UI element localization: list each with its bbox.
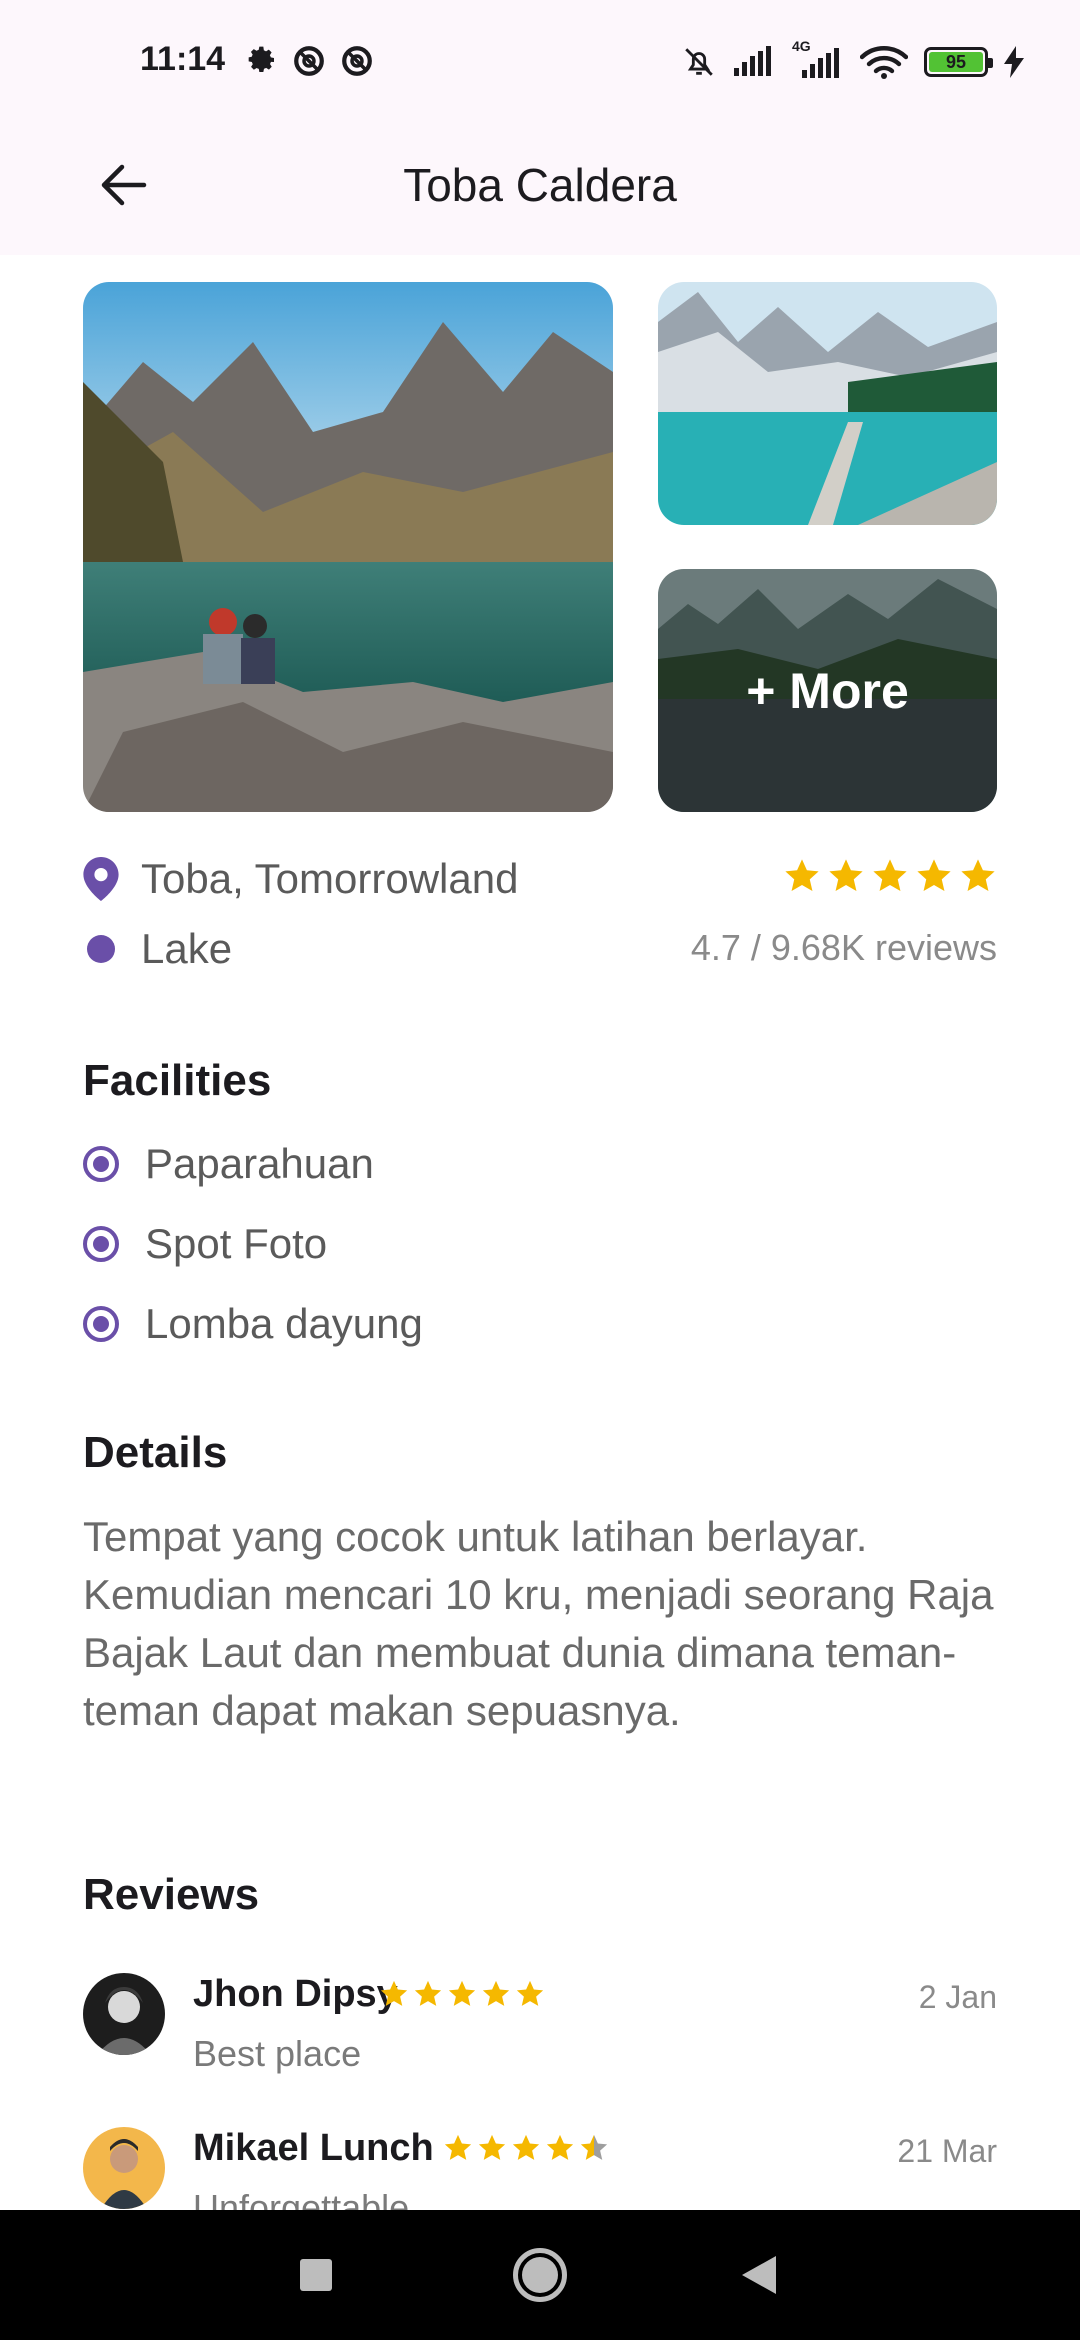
sync-icon — [294, 46, 324, 76]
star-icon — [482, 1980, 510, 2006]
battery-icon: 95 — [924, 47, 993, 77]
star-icon — [380, 1980, 408, 2006]
review-item[interactable]: Jhon Dipsy 2 Jan Best place — [83, 1973, 997, 2083]
radio-icon — [83, 1306, 119, 1342]
signal-4g-icon: 4G — [792, 38, 844, 80]
category-row: Lake — [83, 925, 232, 973]
system-nav-bar — [0, 2210, 1080, 2340]
more-photos-button[interactable]: + More — [658, 569, 997, 812]
avatar — [83, 2127, 165, 2209]
facilities-title: Facilities — [83, 1056, 272, 1105]
review-text: Best place — [193, 2033, 362, 2074]
photo-thumbnail[interactable] — [658, 282, 997, 525]
recents-button[interactable] — [300, 2259, 332, 2291]
home-button[interactable] — [513, 2248, 567, 2302]
star-icon — [444, 2134, 472, 2160]
facility-label: Lomba dayung — [145, 1300, 423, 1347]
star-icon — [512, 2134, 540, 2160]
wifi-icon — [860, 46, 908, 79]
status-right-icons: 4G 95 — [682, 38, 1024, 80]
star-icon — [829, 859, 863, 892]
status-time: 11:14 — [140, 40, 226, 78]
star-icon — [580, 2134, 608, 2160]
review-date: 21 Mar — [897, 2133, 997, 2169]
facility-item: Lomba dayung — [83, 1300, 423, 1348]
review-date: 2 Jan — [918, 1979, 997, 2015]
system-back-button[interactable] — [742, 2256, 776, 2294]
details-text: Tempat yang cocok untuk latihan berlayar… — [83, 1513, 994, 1734]
reviews-title: Reviews — [83, 1870, 260, 1919]
status-left-icons — [246, 44, 374, 78]
review-stars — [443, 2133, 609, 2163]
reviewer-name: Jhon Dipsy — [193, 1973, 398, 2015]
star-icon — [785, 859, 819, 892]
rating-summary: 4.7 / 9.68K reviews — [690, 927, 997, 968]
review-stars — [379, 1979, 545, 2009]
reviewer-name: Mikael Lunch — [193, 2127, 434, 2169]
photo-gallery: + More — [83, 282, 997, 812]
details-title: Details — [83, 1428, 228, 1477]
facility-label: Paparahuan — [145, 1140, 374, 1187]
facility-label: Spot Foto — [145, 1220, 328, 1267]
status-bar: 11:14 4G 95 — [0, 0, 1080, 120]
rating-stars — [783, 857, 997, 895]
bell-off-icon — [685, 48, 713, 76]
main-photo[interactable] — [83, 282, 613, 812]
facility-item: Spot Foto — [83, 1220, 327, 1268]
category-text: Lake — [141, 925, 233, 972]
place-info: Toba, Tomorrowland Lake 4.7 / 9.68K revi… — [83, 855, 997, 995]
star-icon — [448, 1980, 476, 2006]
facility-item: Paparahuan — [83, 1140, 374, 1188]
avatar — [83, 1973, 165, 2055]
star-icon — [546, 2134, 574, 2160]
location-row: Toba, Tomorrowland — [83, 855, 518, 903]
gear-icon — [248, 46, 274, 72]
sync-icon — [342, 46, 372, 76]
star-icon — [917, 859, 951, 892]
battery-level: 95 — [929, 52, 983, 72]
radio-icon — [83, 1146, 119, 1182]
app-bar: Toba Caldera — [0, 120, 1080, 255]
charging-icon — [1004, 46, 1024, 78]
star-icon — [478, 2134, 506, 2160]
radio-icon — [83, 1226, 119, 1262]
star-icon — [414, 1980, 442, 2006]
location-text: Toba, Tomorrowland — [141, 855, 519, 902]
category-dot-icon — [87, 935, 115, 963]
more-photos-label: + More — [746, 662, 909, 719]
star-icon — [516, 1980, 544, 2006]
star-icon — [873, 859, 907, 892]
star-icon — [961, 859, 995, 892]
page-title: Toba Caldera — [403, 159, 677, 211]
location-pin-icon — [83, 857, 119, 901]
signal-icon — [734, 46, 771, 76]
